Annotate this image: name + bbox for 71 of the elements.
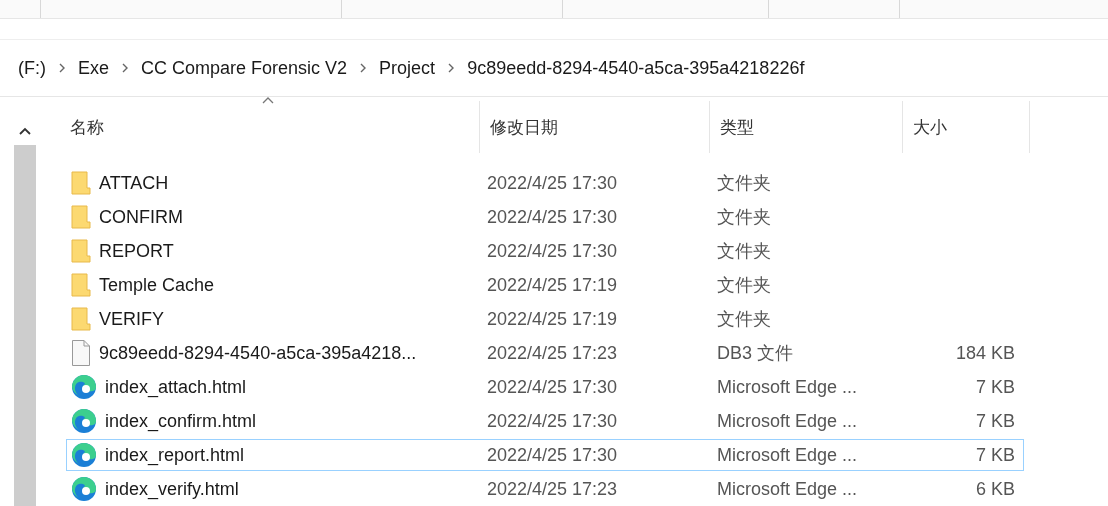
file-row[interactable]: 9c89eedd-8294-4540-a5ca-395a4218... 2022/4/25 17:23 DB3 文件 184 KB bbox=[66, 337, 1024, 369]
type-cell-text: 文件夹 bbox=[716, 240, 772, 263]
type-cell-text: Microsoft Edge ... bbox=[716, 478, 859, 500]
folder-icon bbox=[71, 273, 91, 297]
file-name: Temple Cache bbox=[99, 274, 215, 296]
breadcrumb-item[interactable]: 9c89eedd-8294-4540-a5ca-395a4218226f bbox=[467, 57, 805, 79]
file-name: VERIFY bbox=[99, 308, 164, 330]
size-cell-text: 7 KB bbox=[974, 410, 1015, 432]
file-name: index_report.html bbox=[105, 444, 245, 466]
column-header[interactable]: 修改日期 bbox=[480, 101, 710, 153]
file-row[interactable]: index_attach.html 2022/4/25 17:30 Microsoft Edge ... 7 KB bbox=[66, 371, 1024, 403]
chevron-right-icon bbox=[58, 63, 66, 73]
file-name: index_confirm.html bbox=[105, 410, 257, 432]
chevron-right-icon bbox=[359, 63, 368, 73]
file-row[interactable]: index_confirm.html 2022/4/25 17:30 Microsoft Edge ... 7 KB bbox=[66, 405, 1024, 437]
date-cell-text: 2022/4/25 17:30 bbox=[486, 240, 619, 262]
column-header[interactable]: 大小 bbox=[903, 101, 1030, 153]
sort-caret-icon bbox=[262, 97, 274, 104]
type-cell-text: 文件夹 bbox=[716, 274, 772, 297]
type-cell-text: Microsoft Edge ... bbox=[716, 444, 859, 466]
type-cell-text: 文件夹 bbox=[716, 206, 772, 229]
type-cell-text: 文件夹 bbox=[716, 172, 772, 195]
type-cell-text: DB3 文件 bbox=[716, 342, 795, 365]
breadcrumb-item[interactable]: (F:) bbox=[18, 57, 46, 79]
file-name: ATTACH bbox=[99, 172, 169, 194]
file-row[interactable]: CONFIRM 2022/4/25 17:30 文件夹 bbox=[66, 201, 1024, 233]
date-cell-text: 2022/4/25 17:30 bbox=[486, 410, 619, 432]
column-header[interactable]: 类型 bbox=[710, 101, 903, 153]
folder-icon bbox=[71, 171, 91, 195]
date-cell-text: 2022/4/25 17:23 bbox=[486, 342, 619, 364]
breadcrumb-item[interactable]: Project bbox=[379, 57, 436, 79]
file-name: 9c89eedd-8294-4540-a5ca-395a4218... bbox=[99, 342, 417, 364]
file-row[interactable]: index_verify.html 2022/4/25 17:23 Microsoft Edge ... 6 KB bbox=[66, 473, 1024, 505]
file-row[interactable]: ATTACH 2022/4/25 17:30 文件夹 bbox=[66, 167, 1024, 199]
breadcrumb-item[interactable]: Exe bbox=[78, 57, 109, 79]
folder-icon bbox=[71, 239, 91, 263]
browser-icon bbox=[71, 476, 97, 502]
date-cell-text: 2022/4/25 17:30 bbox=[486, 206, 619, 228]
scroll-up-icon[interactable] bbox=[19, 127, 31, 135]
size-cell-text: 7 KB bbox=[974, 444, 1015, 466]
size-cell-text: 6 KB bbox=[974, 478, 1015, 500]
type-cell-text: 文件夹 bbox=[716, 308, 772, 331]
file-name: index_attach.html bbox=[105, 376, 247, 398]
chevron-right-icon bbox=[121, 63, 129, 73]
browser-icon bbox=[71, 442, 97, 468]
folder-icon bbox=[71, 307, 91, 331]
date-cell-text: 2022/4/25 17:23 bbox=[486, 478, 619, 500]
file-row[interactable]: VERIFY 2022/4/25 17:19 文件夹 bbox=[66, 303, 1024, 335]
file-name: index_verify.html bbox=[105, 478, 239, 500]
date-cell-text: 2022/4/25 17:30 bbox=[486, 444, 619, 466]
size-cell-text: 7 KB bbox=[974, 376, 1015, 398]
folder-icon bbox=[71, 205, 91, 229]
file-name: REPORT bbox=[99, 240, 174, 262]
file-name: CONFIRM bbox=[99, 206, 183, 228]
file-row[interactable]: REPORT 2022/4/25 17:30 文件夹 bbox=[66, 235, 1024, 267]
browser-icon bbox=[71, 408, 97, 434]
type-cell-text: Microsoft Edge ... bbox=[716, 410, 859, 432]
document-icon bbox=[71, 340, 91, 366]
date-cell-text: 2022/4/25 17:19 bbox=[486, 274, 619, 296]
column-header[interactable]: 名称 bbox=[70, 101, 480, 153]
size-cell-text: 184 KB bbox=[954, 342, 1015, 364]
date-cell-text: 2022/4/25 17:30 bbox=[486, 376, 619, 398]
scrollbar-track[interactable] bbox=[14, 145, 36, 506]
type-cell-text: Microsoft Edge ... bbox=[716, 376, 859, 398]
file-row[interactable]: Temple Cache 2022/4/25 17:19 文件夹 bbox=[66, 269, 1024, 301]
file-row[interactable]: index_report.html 2022/4/25 17:30 Microsoft Edge ... 7 KB bbox=[66, 439, 1024, 471]
chevron-right-icon bbox=[447, 63, 456, 73]
date-cell-text: 2022/4/25 17:19 bbox=[486, 308, 619, 330]
browser-icon bbox=[71, 374, 97, 400]
date-cell-text: 2022/4/25 17:30 bbox=[486, 172, 619, 194]
breadcrumb-item[interactable]: CC Compare Forensic V2 bbox=[141, 57, 348, 79]
